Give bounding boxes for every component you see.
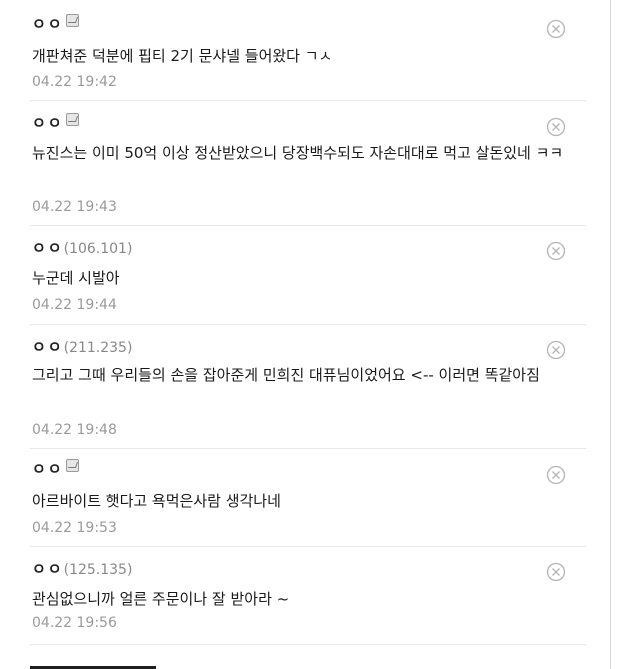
comment-item: ㅇㅇ(125.135) 관심없으니까 얼른 주문이나 잘 받아라 ~ 04.22… <box>30 547 586 645</box>
delete-comment-icon[interactable] <box>546 340 566 360</box>
comment-author[interactable]: ㅇㅇ(125.135) <box>32 559 132 580</box>
right-divider <box>610 0 611 669</box>
comment-item: ㅇㅇ 아르바이트 햇다고 욕먹은사람 생각나네 04.22 19:53 <box>30 449 586 547</box>
comment-item: ㅇㅇ(106.101) 누군데 시발아 04.22 19:44 <box>30 226 586 325</box>
author-nick: ㅇㅇ <box>32 15 64 33</box>
comment-author[interactable]: ㅇㅇ <box>32 113 79 133</box>
comment-item: ㅇㅇ 뉴진스는 이미 50억 이상 정산받았으니 당장백수되도 자손대대로 먹고… <box>30 101 586 226</box>
comment-author[interactable]: ㅇㅇ(211.235) <box>32 337 132 358</box>
comment-text: 관심없으니까 얼른 주문이나 잘 받아라 ~ <box>32 590 290 608</box>
author-ip: (106.101) <box>63 241 133 257</box>
fixed-nick-badge-icon <box>65 459 79 472</box>
delete-comment-icon[interactable] <box>546 465 566 485</box>
comment-item: ㅇㅇ 개판쳐준 덕분에 핍티 2기 문샤넬 들어왔다 ㄱㅅ 04.22 19:4… <box>30 0 586 101</box>
author-nick: ㅇㅇ <box>32 460 64 478</box>
author-nick: ㅇㅇ <box>32 338 64 356</box>
comment-text: 아르바이트 햇다고 욕먹은사람 생각나네 <box>32 492 281 510</box>
author-nick: ㅇㅇ <box>32 114 64 132</box>
comment-list: ㅇㅇ 개판쳐준 덕분에 핍티 2기 문샤넬 들어왔다 ㄱㅅ 04.22 19:4… <box>30 0 586 645</box>
comment-author[interactable]: ㅇㅇ <box>32 459 79 479</box>
delete-comment-icon[interactable] <box>546 562 566 582</box>
delete-comment-icon[interactable] <box>546 117 566 137</box>
author-ip: (125.135) <box>63 562 133 578</box>
delete-comment-icon[interactable] <box>546 241 566 261</box>
fixed-nick-badge-icon <box>65 14 79 27</box>
comment-time: 04.22 19:56 <box>32 615 117 631</box>
comment-time: 04.22 19:43 <box>32 199 117 215</box>
fixed-nick-badge-icon <box>65 113 79 126</box>
author-ip: (211.235) <box>63 340 133 356</box>
author-nick: ㅇㅇ <box>32 560 64 578</box>
comment-text: 누군데 시발아 <box>32 269 120 287</box>
comment-item: ㅇㅇ(211.235) 그리고 그때 우리들의 손을 잡아준게 민희진 대퓨님이… <box>30 325 586 449</box>
comment-text: 개판쳐준 덕분에 핍티 2기 문샤넬 들어왔다 ㄱㅅ <box>32 47 333 65</box>
comment-time: 04.22 19:44 <box>32 297 117 313</box>
comment-author[interactable]: ㅇㅇ <box>32 14 79 34</box>
comment-text: 뉴진스는 이미 50억 이상 정산받았으니 당장백수되도 자손대대로 먹고 살돈… <box>32 144 564 162</box>
comment-author[interactable]: ㅇㅇ(106.101) <box>32 238 132 259</box>
delete-comment-icon[interactable] <box>546 19 566 39</box>
comment-time: 04.22 19:48 <box>32 422 117 438</box>
comment-time: 04.22 19:53 <box>32 520 117 536</box>
comment-time: 04.22 19:42 <box>32 74 117 90</box>
comment-text: 그리고 그때 우리들의 손을 잡아준게 민희진 대퓨님이었어요 <-- 이러면 … <box>32 366 540 384</box>
author-nick: ㅇㅇ <box>32 239 64 257</box>
